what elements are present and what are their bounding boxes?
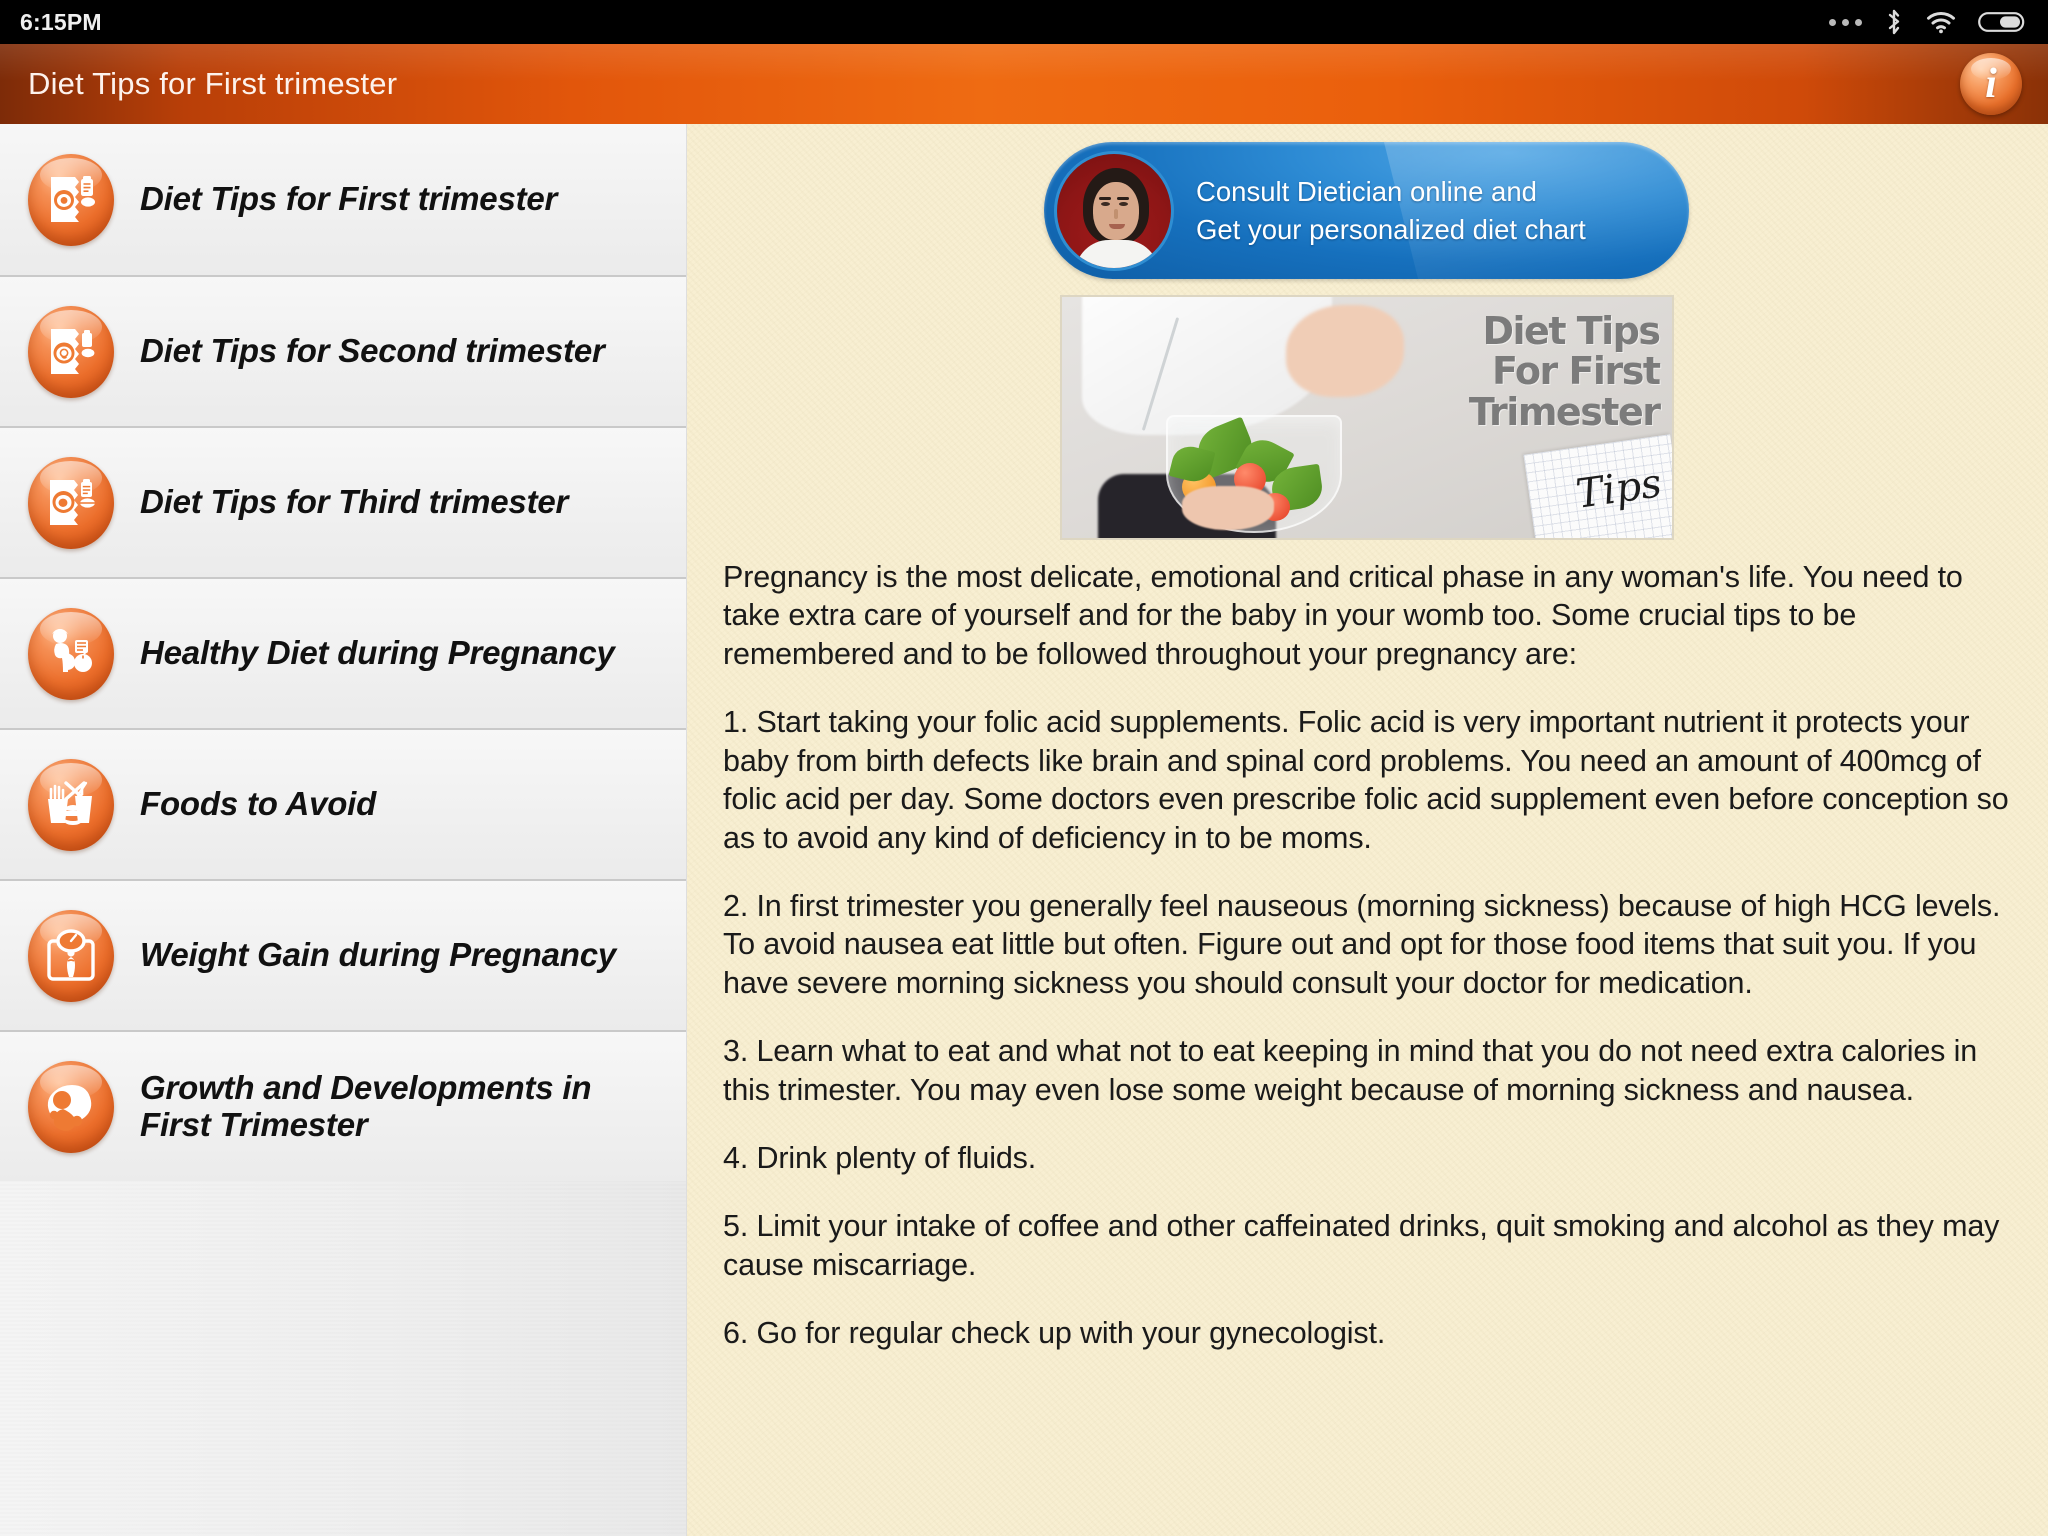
promo-line-1: Consult Dietician online and xyxy=(1196,176,1537,208)
fetus-icon xyxy=(28,1060,114,1153)
info-icon: i xyxy=(1985,61,1997,107)
sidebar-item-diet-tips-first-trimester[interactable]: Diet Tips for First trimester xyxy=(0,124,686,275)
sidebar-item-diet-tips-second-trimester[interactable]: Diet Tips for Second trimester xyxy=(0,275,686,426)
wifi-icon xyxy=(1926,10,1956,34)
sidebar-item-label: Diet Tips for First trimester xyxy=(140,180,558,218)
sidebar-item-foods-to-avoid[interactable]: Foods to Avoid xyxy=(0,728,686,879)
article-tip-3: 3. Learn what to eat and what not to eat… xyxy=(723,1034,1978,1107)
diet-chart-third-trimester-icon xyxy=(28,456,114,549)
more-dots-icon xyxy=(1829,18,1862,26)
hero-title-line-3: Trimester xyxy=(1468,389,1661,434)
article-tip-1: 1. Start taking your folic acid suppleme… xyxy=(723,705,2009,855)
page-title: Diet Tips for First trimester xyxy=(28,66,398,101)
sidebar-item-label: Diet Tips for Third trimester xyxy=(140,483,569,521)
hero-image-wrap: Diet Tips For First Trimester Tips xyxy=(709,295,2024,540)
status-bar: 6:15PM xyxy=(0,0,2048,44)
dietician-avatar xyxy=(1054,150,1174,271)
article-pane: Consult Dietician online and Get your pe… xyxy=(687,124,2048,1536)
sidebar-item-label: Diet Tips for Second trimester xyxy=(140,332,605,370)
sidebar-item-healthy-diet-during-pregnancy[interactable]: Healthy Diet during Pregnancy xyxy=(0,577,686,728)
diet-chart-first-trimester-icon xyxy=(28,153,114,246)
article-intro: Pregnancy is the most delicate, emotiona… xyxy=(723,560,1963,671)
promo-text: Consult Dietician online and Get your pe… xyxy=(1196,173,1586,248)
junk-food-crossed-icon xyxy=(28,758,114,851)
article-tip-5: 5. Limit your intake of coffee and other… xyxy=(723,1209,2000,1282)
info-button[interactable]: i xyxy=(1960,53,2022,115)
main-area: Diet Tips for First trimester Diet Tips … xyxy=(0,124,2048,1536)
article-body: Pregnancy is the most delicate, emotiona… xyxy=(709,558,2024,1353)
app-header: Diet Tips for First trimester i xyxy=(0,44,2048,124)
sidebar-item-label: Growth and Developments in First Trimest… xyxy=(140,1068,592,1143)
sidebar-item-label: Foods to Avoid xyxy=(140,785,377,823)
diet-chart-second-trimester-icon xyxy=(28,305,114,398)
sidebar-item-weight-gain-during-pregnancy[interactable]: Weight Gain during Pregnancy xyxy=(0,879,686,1030)
hero-image: Diet Tips For First Trimester Tips xyxy=(1059,295,1674,540)
article-tip-6: 6. Go for regular check up with your gyn… xyxy=(723,1316,1386,1351)
hero-title-line-1: Diet Tips xyxy=(1482,309,1661,353)
pregnant-woman-apple-icon xyxy=(28,607,114,700)
article-tip-4: 4. Drink plenty of fluids. xyxy=(723,1141,1037,1176)
sidebar-item-label: Weight Gain during Pregnancy xyxy=(140,936,617,974)
promo-banner-wrap: Consult Dietician online and Get your pe… xyxy=(709,142,2024,279)
article-tip-2: 2. In first trimester you generally feel… xyxy=(723,888,2001,1000)
bluetooth-icon xyxy=(1884,9,1904,35)
weighing-scale-icon xyxy=(28,909,114,1002)
sidebar-item-label: Healthy Diet during Pregnancy xyxy=(140,634,615,672)
hero-title-line-2: For First xyxy=(1491,349,1661,394)
promo-line-2: Get your personalized diet chart xyxy=(1196,213,1586,245)
status-clock: 6:15PM xyxy=(20,8,102,35)
consult-dietician-banner[interactable]: Consult Dietician online and Get your pe… xyxy=(1044,142,1689,279)
hero-title: Diet Tips For First Trimester xyxy=(1468,309,1661,434)
status-icons xyxy=(1829,9,2026,35)
sidebar-item-diet-tips-third-trimester[interactable]: Diet Tips for Third trimester xyxy=(0,426,686,577)
sidebar-item-growth-and-developments-first-trimester[interactable]: Growth and Developments in First Trimest… xyxy=(0,1030,686,1181)
battery-icon xyxy=(1978,10,2026,34)
sidebar-nav[interactable]: Diet Tips for First trimester Diet Tips … xyxy=(0,124,687,1536)
app-root: 6:15PM Diet Tips for First trimester i D… xyxy=(0,0,2048,1536)
